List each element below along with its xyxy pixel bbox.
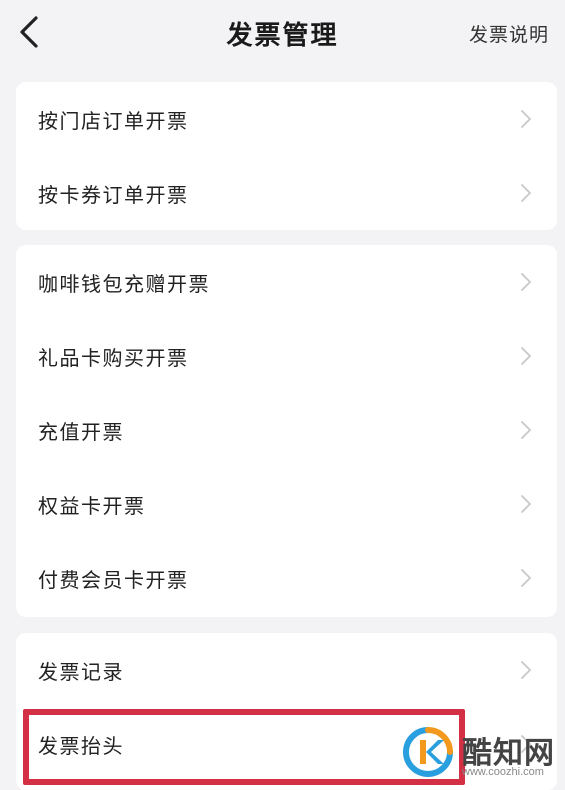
menu-item-gift-card-invoice[interactable]: 礼品卡购买开票 [16,319,557,393]
menu-item-label: 咖啡钱包充赠开票 [38,271,210,296]
menu-item-label: 发票记录 [38,659,124,684]
watermark: 酷知网 www.coozhi.com [400,720,560,786]
menu-item-label: 充值开票 [38,419,124,444]
menu-item-label: 付费会员卡开票 [38,567,189,592]
purchase-invoice-group: 咖啡钱包充赠开票 礼品卡购买开票 充值开票 权益卡开票 付费会员卡开票 [16,245,557,617]
chevron-right-icon [521,110,531,128]
menu-item-store-order-invoice[interactable]: 按门店订单开票 [16,82,557,156]
menu-item-label: 发票抬头 [38,733,124,758]
menu-item-label: 按门店订单开票 [38,108,189,133]
chevron-right-icon [521,661,531,679]
order-invoice-group: 按门店订单开票 按卡券订单开票 [16,82,557,230]
menu-item-label: 礼品卡购买开票 [38,345,189,370]
watermark-url: www.coozhi.com [462,766,544,778]
chevron-right-icon [521,347,531,365]
chevron-right-icon [521,273,531,291]
chevron-right-icon [521,495,531,513]
menu-item-label: 权益卡开票 [38,493,146,518]
invoice-management-page: 发票管理 发票说明 按门店订单开票 按卡券订单开票 咖啡钱包充赠开票 礼品卡购买… [0,0,565,790]
menu-item-coupon-order-invoice[interactable]: 按卡券订单开票 [16,156,557,230]
chevron-right-icon [521,569,531,587]
menu-item-label: 按卡券订单开票 [38,182,189,207]
chevron-right-icon [521,421,531,439]
chevron-right-icon [521,184,531,202]
menu-item-invoice-records[interactable]: 发票记录 [16,633,557,707]
invoice-help-link[interactable]: 发票说明 [469,20,549,47]
menu-item-coffee-wallet-invoice[interactable]: 咖啡钱包充赠开票 [16,245,557,319]
menu-item-benefit-card-invoice[interactable]: 权益卡开票 [16,467,557,541]
nav-header: 发票管理 发票说明 [0,0,565,70]
coozhi-logo-icon [402,726,454,778]
menu-item-paid-membership-invoice[interactable]: 付费会员卡开票 [16,541,557,615]
menu-item-recharge-invoice[interactable]: 充值开票 [16,393,557,467]
